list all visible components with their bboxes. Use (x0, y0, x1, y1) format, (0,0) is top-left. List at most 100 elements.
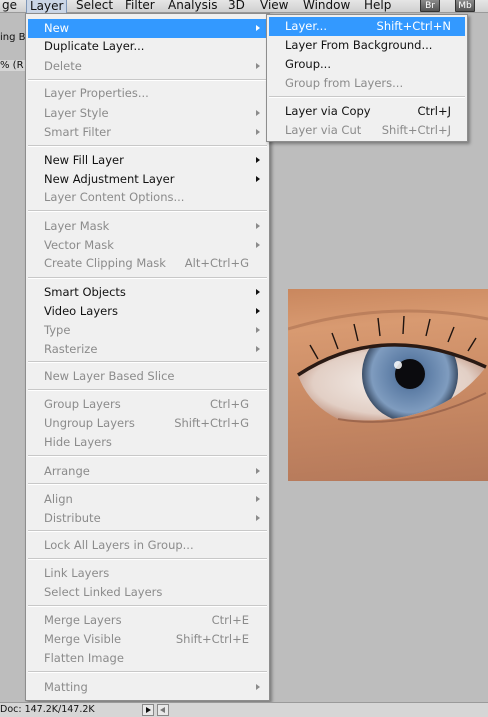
eye-photo (288, 309, 488, 423)
menu-item-ungroup-layers[interactable]: Ungroup Layers Shift+Ctrl+G (28, 414, 267, 433)
menu-item-shortcut: Shift+Ctrl+G (174, 416, 249, 430)
menu-item-duplicate-layer[interactable]: Duplicate Layer... (28, 37, 267, 56)
menu-item-shortcut: Ctrl+G (209, 397, 249, 411)
menu-item-label: Type (44, 323, 71, 337)
menu-item-label: Video Layers (44, 304, 118, 318)
menu-item-layer-style[interactable]: Layer Style (28, 104, 267, 123)
menu-item-hide-layers[interactable]: Hide Layers (28, 433, 267, 452)
menu-item-label: Layer Properties... (44, 86, 149, 100)
menu-item-smart-filter[interactable]: Smart Filter (28, 123, 267, 142)
menu-item-lock-all-layers[interactable]: Lock All Layers in Group... (28, 536, 267, 555)
menu-item-new-layer-based-slice[interactable]: New Layer Based Slice (28, 367, 267, 386)
menu-item-label: New Adjustment Layer (44, 172, 175, 186)
menu-filter[interactable]: Filter (125, 0, 155, 13)
menu-layer[interactable]: Layer (26, 0, 68, 13)
submenu-arrow-icon (256, 327, 260, 333)
menu-item-create-clipping-mask[interactable]: Create Clipping Mask Alt+Ctrl+G (28, 254, 267, 273)
menu-item-label: Ungroup Layers (44, 416, 135, 430)
menu-item-video-layers[interactable]: Video Layers (28, 302, 267, 321)
menu-item-new-fill-layer[interactable]: New Fill Layer (28, 151, 267, 170)
menu-item-label: Rasterize (44, 342, 98, 356)
menu-item-merge-layers[interactable]: Merge Layers Ctrl+E (28, 611, 267, 630)
menu-analysis[interactable]: Analysis (168, 0, 217, 13)
menu-item-label: Lock All Layers in Group... (44, 538, 194, 552)
menu-item-label: Group Layers (44, 397, 121, 411)
menu-item-label: Merge Layers (44, 613, 122, 627)
menu-item-label: Align (44, 492, 73, 506)
menu-item-label: Merge Visible (44, 632, 122, 646)
document-tab-text[interactable]: % (R (0, 60, 26, 71)
menu-separator (28, 483, 267, 485)
menu-item-label: Matting (44, 680, 88, 694)
menu-item-new[interactable]: New (28, 19, 267, 38)
menu-item-shortcut: Alt+Ctrl+G (184, 256, 249, 270)
menu-item-delete[interactable]: Delete (28, 57, 267, 76)
menu-item-shortcut: Shift+Ctrl+E (175, 632, 249, 646)
submenu-arrow-icon (256, 346, 260, 352)
menu-separator (28, 361, 267, 363)
menu-item-label: Group... (285, 57, 331, 71)
menu-item-align[interactable]: Align (28, 490, 267, 509)
menu-item-merge-visible[interactable]: Merge Visible Shift+Ctrl+E (28, 630, 267, 649)
menu-separator (28, 455, 267, 457)
menu-item-smart-objects[interactable]: Smart Objects (28, 283, 267, 302)
menu-item-layer-properties[interactable]: Layer Properties... (28, 84, 267, 103)
menu-help[interactable]: Help (364, 0, 391, 13)
menu-separator (269, 96, 465, 98)
submenu-arrow-icon (256, 308, 260, 314)
menu-item-layer-content-options[interactable]: Layer Content Options... (28, 188, 267, 207)
menu-separator (28, 389, 267, 391)
menu-item-label: Link Layers (44, 566, 110, 580)
menu-item-vector-mask[interactable]: Vector Mask (28, 236, 267, 255)
menu-item-group-layers[interactable]: Group Layers Ctrl+G (28, 395, 267, 414)
menu-image[interactable]: ge (2, 0, 17, 13)
menu-item-link-layers[interactable]: Link Layers (28, 564, 267, 583)
document-size-text: Doc: 147.2K/147.2K (0, 704, 95, 715)
menu-item-label: Smart Filter (44, 125, 111, 139)
menu-view[interactable]: View (260, 0, 288, 13)
layer-menu: New Duplicate Layer... Delete Layer Prop… (25, 13, 270, 701)
menu-item-matting[interactable]: Matting (28, 678, 267, 697)
submenu-item-layer-via-copy[interactable]: Layer via Copy Ctrl+J (269, 102, 465, 121)
menu-item-distribute[interactable]: Distribute (28, 509, 267, 528)
menu-window[interactable]: Window (303, 0, 350, 13)
menu-item-select-linked-layers[interactable]: Select Linked Layers (28, 583, 267, 602)
menu-item-rasterize[interactable]: Rasterize (28, 340, 267, 359)
menu-item-label: Select Linked Layers (44, 585, 163, 599)
menu-item-label: Layer via Cut (285, 123, 362, 137)
canvas-image (288, 289, 488, 481)
submenu-arrow-icon (256, 468, 260, 474)
menu-item-layer-mask[interactable]: Layer Mask (28, 217, 267, 236)
menu-separator (28, 530, 267, 532)
mini-bridge-button[interactable]: Mb (455, 0, 475, 12)
submenu-item-layer-from-background[interactable]: Layer From Background... (269, 36, 465, 55)
menu-separator (28, 558, 267, 560)
submenu-arrow-icon (256, 684, 260, 690)
menu-3d[interactable]: 3D (228, 0, 245, 13)
menu-select[interactable]: Select (76, 0, 113, 13)
submenu-item-layer-via-cut[interactable]: Layer via Cut Shift+Ctrl+J (269, 121, 465, 140)
menu-item-arrange[interactable]: Arrange (28, 462, 267, 481)
menu-item-label: Layer Style (44, 106, 109, 120)
menu-item-new-adjustment-layer[interactable]: New Adjustment Layer (28, 170, 267, 189)
menu-item-label: New Layer Based Slice (44, 369, 175, 383)
submenu-item-group[interactable]: Group... (269, 55, 465, 74)
menu-item-shortcut: Ctrl+J (417, 104, 452, 118)
menu-item-type[interactable]: Type (28, 321, 267, 340)
menu-item-label: Smart Objects (44, 285, 126, 299)
menu-item-flatten-image[interactable]: Flatten Image (28, 649, 267, 668)
menu-separator (28, 671, 267, 673)
menu-item-label: Layer Mask (44, 219, 110, 233)
scroll-left-arrow-icon[interactable] (157, 704, 169, 716)
status-menu-arrow-icon[interactable] (142, 704, 154, 716)
menu-item-label: Layer... (285, 19, 327, 33)
submenu-item-group-from-layers[interactable]: Group from Layers... (269, 74, 465, 93)
submenu-arrow-icon (256, 515, 260, 521)
submenu-item-layer[interactable]: Layer... Shift+Ctrl+N (269, 17, 465, 36)
menu-separator (28, 79, 267, 81)
bridge-button[interactable]: Br (420, 0, 440, 12)
submenu-arrow-icon (256, 63, 260, 69)
menu-separator (28, 277, 267, 279)
menu-separator (28, 145, 267, 147)
menu-item-label: New (44, 21, 70, 35)
